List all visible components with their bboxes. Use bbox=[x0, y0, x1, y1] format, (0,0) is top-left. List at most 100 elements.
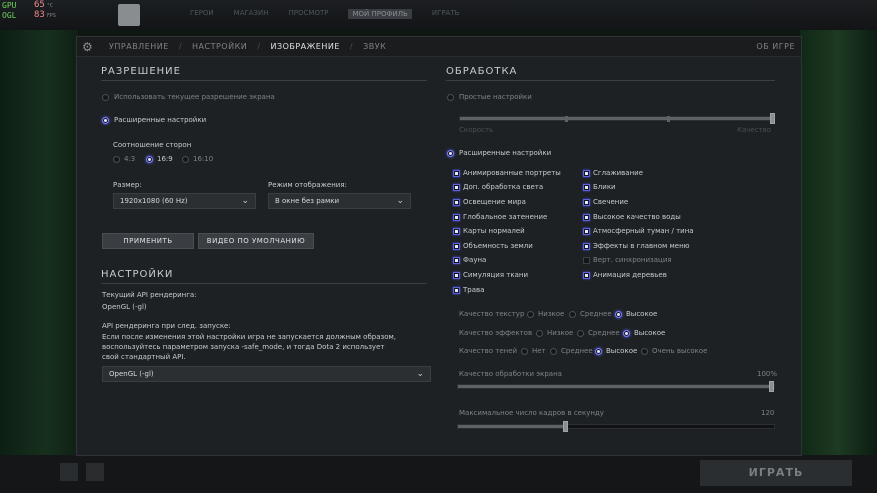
advanced-processing-label: Расширенные настройки bbox=[459, 149, 552, 157]
option-checkbox-specular[interactable] bbox=[583, 184, 590, 191]
shadow-medium-label: Среднее bbox=[561, 347, 593, 355]
aspect-16-9-radio[interactable] bbox=[146, 156, 153, 163]
effects-low-radio[interactable] bbox=[536, 330, 543, 337]
default-video-button[interactable]: ВИДЕО ПО УМОЛЧАНИЮ bbox=[198, 233, 314, 249]
perf-overlay: GPU 65 °C OGL 83 FPS bbox=[2, 1, 56, 21]
option-checkbox-vsync[interactable] bbox=[583, 257, 590, 264]
texture-medium-label: Среднее bbox=[580, 310, 612, 318]
gpu-label: GPU bbox=[2, 1, 17, 10]
option-label: Доп. обработка света bbox=[463, 183, 544, 191]
topnav-watch[interactable]: ПРОСМОТР bbox=[289, 9, 329, 19]
advanced-resolution-radio[interactable] bbox=[102, 117, 109, 124]
bottom-icon[interactable] bbox=[60, 463, 78, 481]
slider-tick bbox=[565, 116, 568, 122]
aspect-ratio-label: Соотношение сторон bbox=[113, 141, 192, 149]
option-checkbox-cloth-sim[interactable] bbox=[453, 272, 460, 279]
option-checkbox-antialiasing[interactable] bbox=[583, 170, 590, 177]
quality-preset-slider[interactable] bbox=[459, 116, 775, 121]
shadow-none-radio[interactable] bbox=[521, 348, 528, 355]
advanced-processing-radio[interactable] bbox=[447, 150, 454, 157]
option-checkbox-atmospheric-fog[interactable] bbox=[583, 228, 590, 235]
tab-about[interactable]: ОБ ИГРЕ bbox=[756, 42, 795, 51]
size-label: Размер: bbox=[113, 181, 142, 189]
use-current-resolution-radio[interactable] bbox=[102, 94, 109, 101]
option-checkbox-ambient-occlusion[interactable] bbox=[453, 214, 460, 221]
option-checkbox-ground-parallax[interactable] bbox=[453, 243, 460, 250]
option-checkbox-world-lighting[interactable] bbox=[453, 199, 460, 206]
size-select[interactable]: 1920x1080 (60 Hz) ⌄ bbox=[113, 193, 256, 209]
option-checkbox-bloom[interactable] bbox=[583, 199, 590, 206]
option-checkbox-animated-portraits[interactable] bbox=[453, 170, 460, 177]
apply-button[interactable]: ПРИМЕНИТЬ bbox=[102, 233, 194, 249]
texture-high-radio[interactable] bbox=[615, 311, 622, 318]
option-checkbox-fauna[interactable] bbox=[453, 257, 460, 264]
shadow-high-label: Высокое bbox=[606, 347, 638, 355]
screen-quality-slider[interactable] bbox=[457, 384, 775, 389]
max-fps-label: Максимальное число кадров в секунду bbox=[459, 409, 604, 417]
screen-quality-value: 100% bbox=[757, 370, 778, 378]
shadow-medium-radio[interactable] bbox=[550, 348, 557, 355]
option-checkbox-main-menu-effects[interactable] bbox=[583, 243, 590, 250]
shadow-ultra-radio[interactable] bbox=[641, 348, 648, 355]
tab-settings[interactable]: НАСТРОЙКИ bbox=[192, 42, 247, 51]
api-label: OGL bbox=[2, 11, 17, 20]
shadow-none-label: Нет bbox=[532, 347, 546, 355]
slider-tick bbox=[667, 116, 670, 122]
bottom-icons bbox=[60, 463, 104, 481]
texture-low-label: Низкое bbox=[538, 310, 565, 318]
aspect-16-10-radio[interactable] bbox=[182, 156, 189, 163]
aspect-4-3-radio[interactable] bbox=[113, 156, 120, 163]
topnav-heroes[interactable]: ГЕРОИ bbox=[190, 9, 214, 19]
aspect-4-3-label: 4:3 bbox=[124, 155, 136, 163]
simple-settings-label: Простые настройки bbox=[459, 93, 532, 101]
max-fps-slider[interactable] bbox=[457, 424, 775, 429]
effects-high-radio[interactable] bbox=[623, 330, 630, 337]
next-api-note-3: свой стандартный API. bbox=[102, 353, 186, 361]
effects-quality-label: Качество эффектов bbox=[459, 329, 533, 337]
option-label: Анимация деревьев bbox=[593, 271, 667, 279]
effects-medium-radio[interactable] bbox=[577, 330, 584, 337]
texture-quality-label: Качество текстур bbox=[459, 310, 525, 318]
topnav-play[interactable]: ИГРАТЬ bbox=[432, 9, 460, 19]
topnav-profile[interactable]: МОЙ ПРОФИЛЬ bbox=[348, 9, 412, 19]
play-button[interactable]: ИГРАТЬ bbox=[700, 460, 852, 486]
texture-low-radio[interactable] bbox=[527, 311, 534, 318]
option-checkbox-grass[interactable] bbox=[453, 287, 460, 294]
tab-video[interactable]: ИЗОБРАЖЕНИЕ bbox=[270, 42, 339, 51]
option-checkbox-extra-lighting[interactable] bbox=[453, 184, 460, 191]
simple-settings-radio[interactable] bbox=[447, 94, 454, 101]
max-fps-slider-handle[interactable] bbox=[563, 421, 569, 432]
shadow-high-radio[interactable] bbox=[595, 348, 602, 355]
tab-audio[interactable]: ЗВУК bbox=[363, 42, 386, 51]
screen-quality-slider-handle[interactable] bbox=[769, 381, 774, 392]
display-mode-label: Режим отображения: bbox=[268, 181, 347, 189]
render-api-select[interactable]: OpenGL (-gl) ⌄ bbox=[102, 366, 431, 382]
option-label: Сглаживание bbox=[593, 169, 644, 177]
option-label: Симуляция ткани bbox=[463, 271, 529, 279]
chevron-down-icon: ⌄ bbox=[241, 196, 249, 206]
next-api-note-1: Если после изменения этой настройки игра… bbox=[102, 333, 396, 341]
option-label: Верт. синхронизация bbox=[593, 256, 672, 264]
settings-tabs: УПРАВЛЕНИЕ / НАСТРОЙКИ / ИЗОБРАЖЕНИЕ / З… bbox=[109, 42, 386, 51]
top-nav: ГЕРОИ МАГАЗИН ПРОСМОТР МОЙ ПРОФИЛЬ ИГРАТ… bbox=[190, 9, 459, 19]
size-value: 1920x1080 (60 Hz) bbox=[120, 197, 188, 205]
use-current-resolution-label: Использовать текущее разрешение экрана bbox=[114, 93, 275, 101]
topnav-store[interactable]: МАГАЗИН bbox=[234, 9, 269, 19]
texture-medium-radio[interactable] bbox=[569, 311, 576, 318]
option-checkbox-high-quality-water[interactable] bbox=[583, 214, 590, 221]
display-mode-select[interactable]: В окне без рамки ⌄ bbox=[268, 193, 411, 209]
dota-logo-icon[interactable] bbox=[118, 4, 140, 26]
option-checkbox-normal-maps[interactable] bbox=[453, 228, 460, 235]
option-label: Блики bbox=[593, 183, 616, 191]
quality-preset-slider-handle[interactable] bbox=[770, 113, 775, 124]
option-label: Свечение bbox=[593, 198, 629, 206]
option-label: Трава bbox=[463, 286, 485, 294]
tab-controls[interactable]: УПРАВЛЕНИЕ bbox=[109, 42, 169, 51]
option-checkbox-tree-animation[interactable] bbox=[583, 272, 590, 279]
tab-separator: / bbox=[349, 42, 354, 51]
option-label: Атмосферный туман / тина bbox=[593, 227, 694, 235]
bottom-icon[interactable] bbox=[86, 463, 104, 481]
option-label: Фауна bbox=[463, 256, 487, 264]
gpu-unit: °C bbox=[46, 3, 53, 9]
aspect-16-10-label: 16:10 bbox=[193, 155, 214, 163]
